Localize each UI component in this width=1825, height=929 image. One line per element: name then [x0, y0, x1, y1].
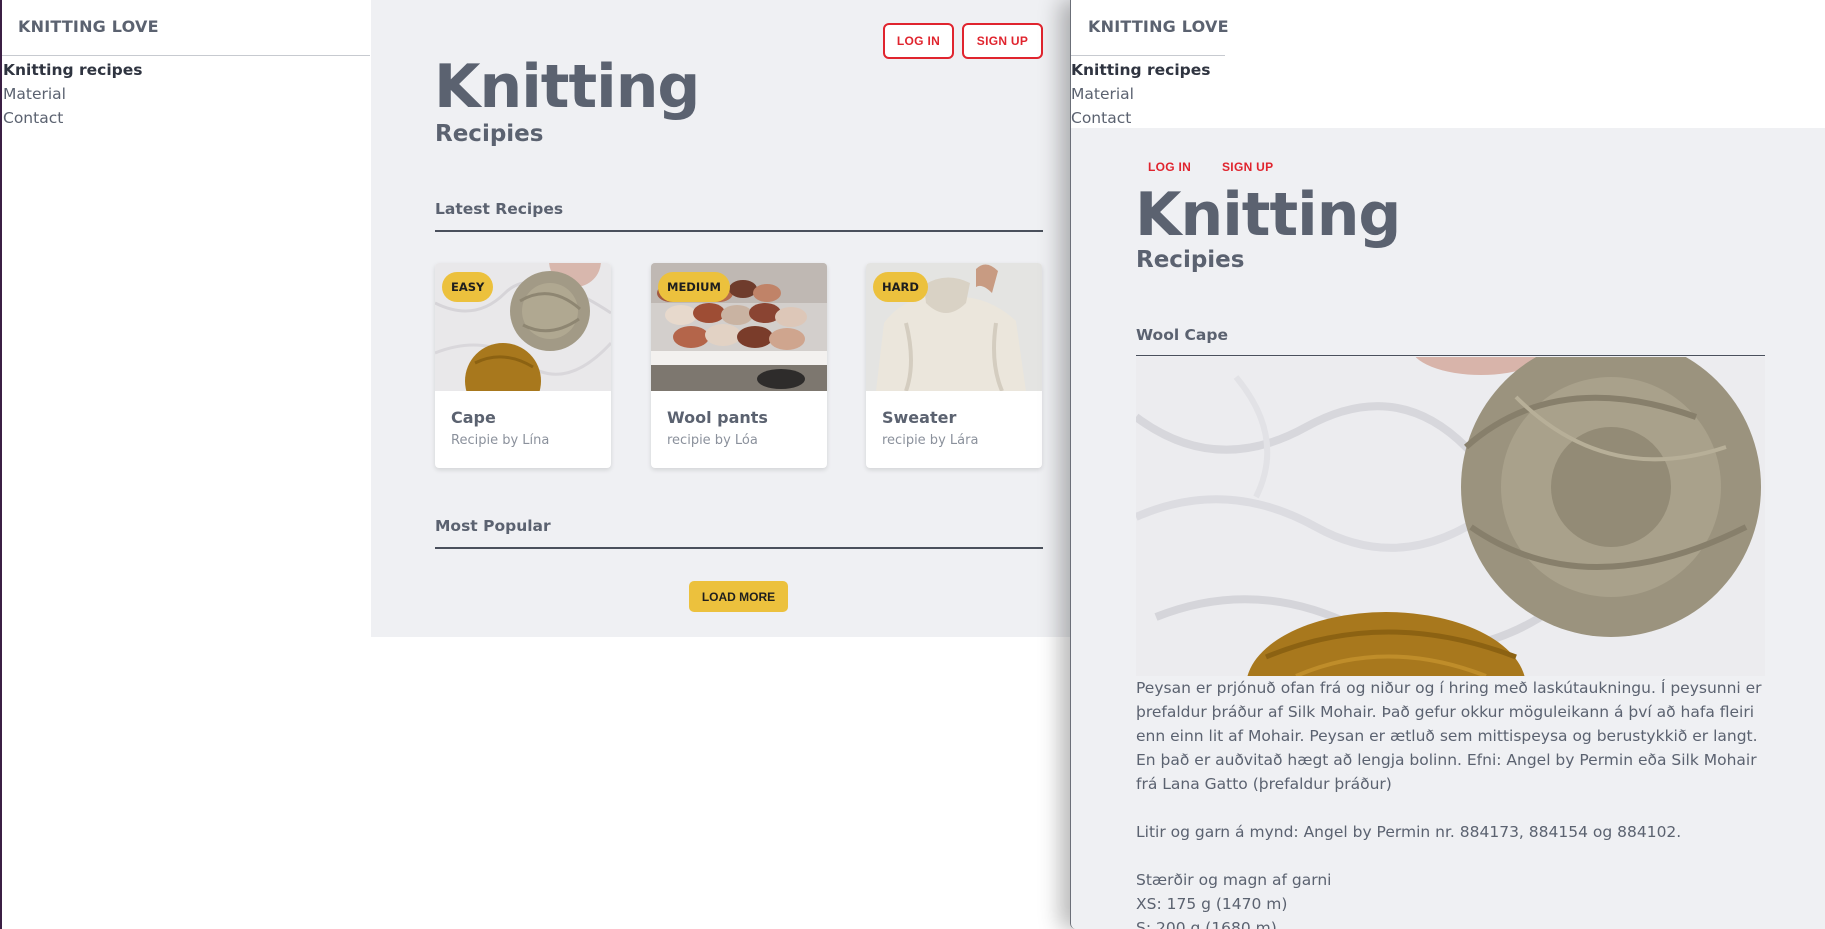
nav-item-material[interactable]: Material	[1071, 82, 1211, 106]
brand-logo[interactable]: KNITTING LOVE	[18, 17, 159, 36]
card-title: Wool pants	[667, 408, 768, 427]
nav-item-knitting-recipes[interactable]: Knitting recipes	[3, 58, 143, 82]
difficulty-badge-hard: HARD	[873, 272, 928, 302]
main-content: LOG IN SIGN UP Knitting Recipies Latest …	[371, 0, 1072, 637]
recipe-card-wool-pants[interactable]: MEDIUM Wool pants recipie by Lóa	[651, 263, 827, 468]
difficulty-badge-easy: EASY	[442, 272, 494, 302]
page-subtitle: Recipies	[435, 121, 544, 147]
recipe-colors: Litir og garn á mynd: Angel by Permin nr…	[1136, 823, 1682, 841]
card-author: recipie by Lára	[882, 433, 979, 448]
login-button[interactable]: LOG IN	[1148, 160, 1191, 174]
detail-window: KNITTING LOVE Knitting recipes Material …	[1070, 0, 1825, 929]
nav-item-contact[interactable]: Contact	[3, 106, 143, 130]
difficulty-badge-medium: MEDIUM	[658, 272, 730, 302]
sidebar-nav: Knitting recipes Material Contact	[3, 58, 143, 130]
nav-item-knitting-recipes[interactable]: Knitting recipes	[1071, 58, 1211, 82]
page-title: Knitting	[1135, 180, 1401, 250]
recipe-detail-divider	[1136, 355, 1765, 356]
main-window: KNITTING LOVE Knitting recipes Material …	[0, 0, 1072, 929]
sidebar-nav: Knitting recipes Material Contact	[1071, 58, 1211, 130]
size-item: XS: 175 g (1470 m)	[1136, 895, 1288, 913]
page-subtitle: Recipies	[1136, 247, 1245, 273]
signup-button[interactable]: SIGN UP	[962, 23, 1043, 59]
latest-recipes-divider	[435, 230, 1043, 232]
latest-recipes-heading: Latest Recipes	[435, 200, 564, 218]
header-divider	[2, 55, 370, 56]
card-title: Cape	[451, 408, 496, 427]
header-divider	[1071, 55, 1225, 56]
size-item: S: 200 g (1680 m)	[1136, 919, 1277, 929]
recipe-description: Peysan er prjónuð ofan frá og niður og í…	[1136, 679, 1762, 793]
card-author: recipie by Lóa	[667, 433, 758, 448]
nav-item-contact[interactable]: Contact	[1071, 106, 1211, 130]
recipe-detail-title: Wool Cape	[1136, 326, 1228, 344]
most-popular-heading: Most Popular	[435, 517, 551, 535]
login-button[interactable]: LOG IN	[883, 23, 954, 59]
recipe-card-sweater[interactable]: HARD Sweater recipie by Lára	[866, 263, 1042, 468]
card-author: Recipie by Lína	[451, 433, 550, 448]
nav-item-material[interactable]: Material	[3, 82, 143, 106]
brand-logo[interactable]: KNITTING LOVE	[1088, 17, 1229, 36]
sizes-heading: Stærðir og magn af garni	[1136, 871, 1332, 889]
most-popular-divider	[435, 547, 1043, 549]
load-more-button[interactable]: LOAD MORE	[689, 581, 788, 612]
card-title: Sweater	[882, 408, 957, 427]
recipe-card-cape[interactable]: EASY Cape Recipie by Lína	[435, 263, 611, 468]
signup-button[interactable]: SIGN UP	[1222, 160, 1273, 174]
wool-cape-hero-image	[1136, 357, 1765, 676]
page-title: Knitting	[434, 52, 700, 122]
